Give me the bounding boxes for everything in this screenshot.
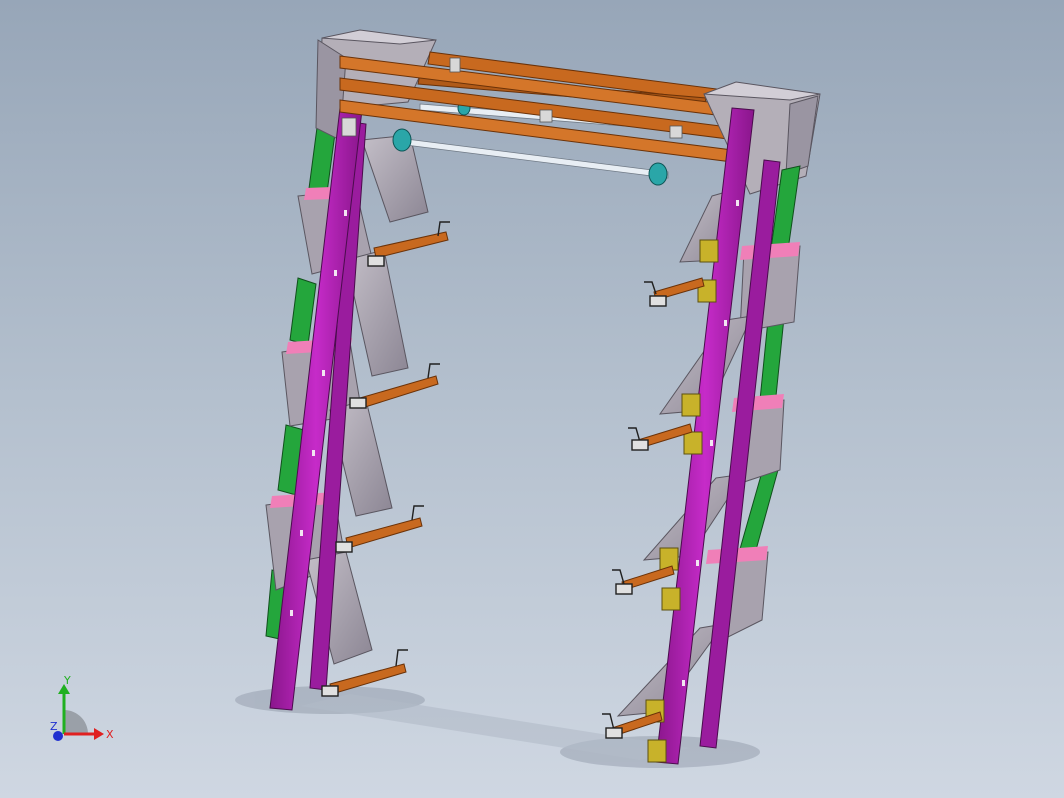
orientation-triad[interactable]: Y X Z <box>44 676 124 752</box>
triad-y-label: Y <box>63 676 71 687</box>
triad-z-label: Z <box>50 720 58 733</box>
cad-viewport[interactable]: Y X Z <box>0 0 1064 798</box>
pulley-left[interactable] <box>392 128 412 152</box>
cad-model-canvas[interactable] <box>0 0 1064 798</box>
left-tower[interactable] <box>265 29 450 711</box>
triad-x-arrow <box>94 728 104 740</box>
triad-x-label: X <box>106 728 114 741</box>
pulley-right[interactable] <box>648 162 668 186</box>
right-tower[interactable] <box>602 81 821 765</box>
right-valve-handles[interactable] <box>602 281 667 739</box>
triad-sector <box>64 710 88 734</box>
